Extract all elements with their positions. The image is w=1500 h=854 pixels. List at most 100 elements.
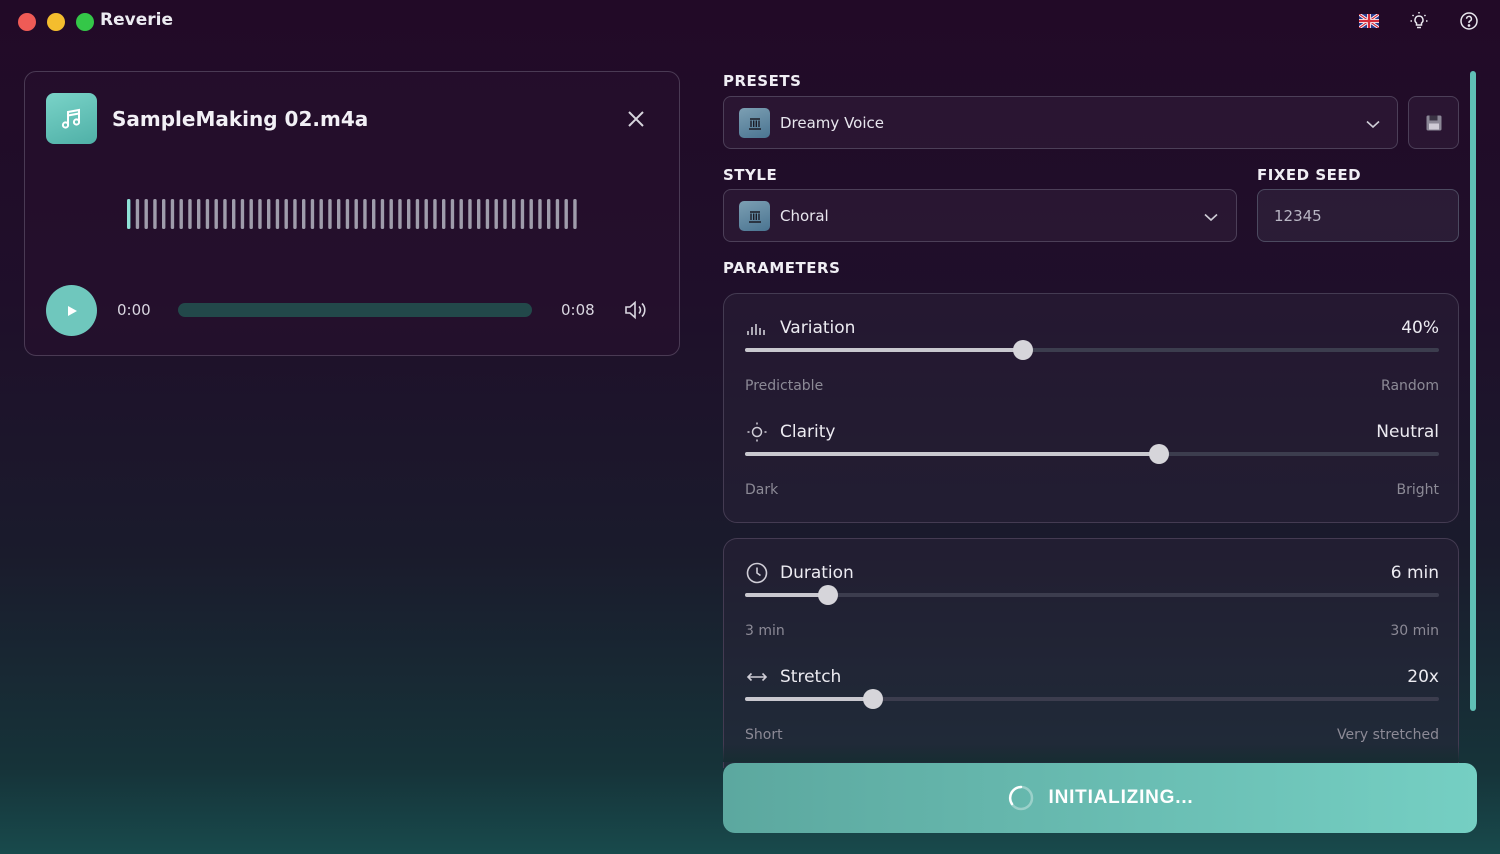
lightbulb-icon[interactable] (1408, 10, 1430, 32)
waveform-bar (188, 199, 192, 229)
uk-flag-icon[interactable] (1358, 10, 1380, 32)
app-title: Reverie (100, 10, 173, 30)
duration-min-label: 3 min (745, 623, 785, 639)
horizontal-arrows-icon (745, 665, 769, 689)
waveform-bar (372, 199, 376, 229)
waveform-bar (459, 199, 463, 229)
close-window-button[interactable] (18, 13, 36, 31)
waveform-bar (380, 199, 385, 229)
current-time: 0:00 (117, 301, 151, 319)
waveform-bar (275, 199, 280, 229)
clock-icon (745, 561, 769, 585)
waveform-bar (442, 199, 446, 229)
variation-max-label: Random (1381, 378, 1439, 394)
play-button[interactable] (46, 285, 97, 336)
waveform[interactable] (126, 198, 581, 230)
presets-label: PRESETS (723, 72, 802, 90)
zoom-window-button[interactable] (76, 13, 94, 31)
variation-label: Variation (780, 318, 856, 338)
waveform-bar (573, 199, 577, 229)
presets-select[interactable]: Dreamy Voice (723, 96, 1398, 149)
clarity-min-label: Dark (745, 482, 779, 498)
waveform-bar (284, 199, 288, 229)
style-select[interactable]: Choral (723, 189, 1237, 242)
presets-selected: Dreamy Voice (780, 114, 884, 132)
duration-slider[interactable] (745, 585, 1439, 605)
library-icon (739, 108, 770, 138)
clarity-slider[interactable] (745, 444, 1439, 464)
audio-player-card: SampleMaking 02.m4a 0:00 0:08 (24, 71, 680, 356)
waveform-bar (398, 199, 402, 229)
waveform-bar (389, 199, 393, 229)
waveform-bar (503, 199, 507, 229)
generate-button[interactable]: INITIALIZING... (723, 763, 1477, 833)
waveform-bar (485, 199, 490, 229)
fixed-seed-input[interactable] (1257, 189, 1459, 242)
waveform-bar (310, 199, 315, 229)
waveform-bar (415, 199, 420, 229)
waveform-bar (135, 199, 140, 229)
waveform-bar (354, 199, 358, 229)
help-icon[interactable] (1458, 10, 1480, 32)
style-label: STYLE (723, 166, 778, 184)
seek-bar[interactable] (178, 303, 532, 317)
file-name: SampleMaking 02.m4a (112, 107, 369, 131)
waveform-bar (512, 199, 516, 229)
parameters-card-tone: Variation 40% Predictable Random Clarity… (723, 293, 1459, 523)
clarity-slider-row: Clarity Neutral Dark Bright (745, 420, 1439, 510)
scrollbar[interactable] (1470, 71, 1476, 711)
waveform-bar (345, 199, 350, 229)
bar-chart-icon (745, 316, 769, 340)
waveform-bar (179, 199, 183, 229)
waveform-bar (162, 199, 166, 229)
waveform-bar (564, 199, 568, 229)
close-icon[interactable] (625, 108, 647, 130)
total-time: 0:08 (561, 301, 595, 319)
stretch-slider-row: Stretch 20x Short Very stretched (745, 665, 1439, 755)
variation-slider-fill (745, 348, 1023, 352)
waveform-bar (205, 199, 210, 229)
duration-slider-row: Duration 6 min 3 min 30 min (745, 561, 1439, 651)
duration-slider-thumb[interactable] (818, 585, 839, 605)
save-preset-button[interactable] (1408, 96, 1459, 149)
variation-min-label: Predictable (745, 378, 824, 394)
waveform-playhead (127, 199, 131, 229)
waveform-bar (520, 199, 525, 229)
stretch-slider[interactable] (745, 689, 1439, 709)
waveform-bar (214, 199, 218, 229)
loading-spinner-icon (1008, 785, 1033, 811)
waveform-bar (337, 199, 341, 229)
waveform-bar (153, 199, 157, 229)
stretch-value: 20x (1407, 667, 1439, 687)
waveform-bar (144, 199, 148, 229)
variation-slider[interactable] (745, 340, 1439, 360)
waveform-bar (555, 199, 560, 229)
stretch-slider-fill (745, 697, 873, 701)
waveform-bar (240, 199, 245, 229)
waveform-bar (450, 199, 455, 229)
stretch-slider-thumb[interactable] (862, 689, 883, 709)
clarity-slider-thumb[interactable] (1149, 444, 1170, 464)
sun-icon (745, 420, 769, 444)
chevron-down-icon (1364, 115, 1382, 133)
waveform-bar (468, 199, 472, 229)
waveform-bar (170, 199, 175, 229)
waveform-bar (258, 199, 262, 229)
stretch-label: Stretch (780, 667, 842, 687)
minimize-window-button[interactable] (47, 13, 65, 31)
volume-icon[interactable] (623, 298, 649, 322)
waveform-bar (328, 199, 332, 229)
duration-slider-fill (745, 593, 829, 597)
floppy-disk-icon (1426, 115, 1441, 130)
chevron-down-icon (1202, 208, 1220, 226)
waveform-bar (293, 199, 297, 229)
title-bar: Reverie (0, 0, 1500, 44)
variation-slider-row: Variation 40% Predictable Random (745, 316, 1439, 406)
music-note-icon (46, 93, 97, 144)
waveform-bar (477, 199, 481, 229)
duration-label: Duration (780, 563, 854, 583)
waveform-bar (424, 199, 428, 229)
variation-slider-thumb[interactable] (1012, 340, 1033, 360)
clarity-value: Neutral (1376, 422, 1439, 442)
waveform-bar (538, 199, 542, 229)
